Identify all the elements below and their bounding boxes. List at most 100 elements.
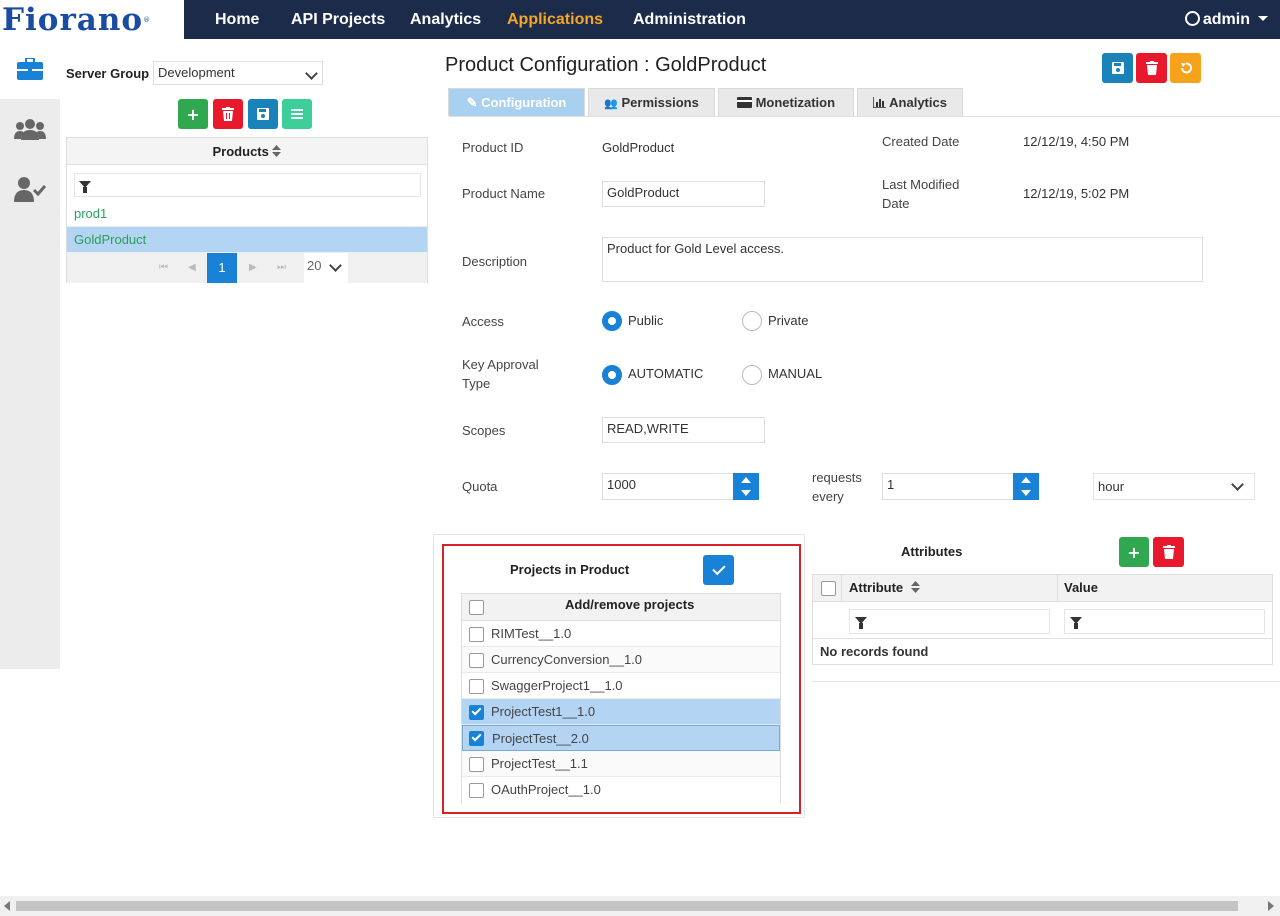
nav-applications[interactable]: Applications [507, 0, 603, 39]
pager: ⏮ ◀ 1 ▶ ⏭ 20 [67, 253, 427, 283]
credit-card-icon [736, 97, 752, 108]
product-id-label: Product ID [462, 140, 524, 155]
reset-button[interactable] [1170, 53, 1201, 83]
user-menu[interactable]: admin [1184, 0, 1268, 39]
project-checkbox[interactable] [469, 705, 484, 720]
products-filter-input[interactable] [74, 173, 421, 197]
project-row[interactable]: SwaggerProject1__1.0 [462, 673, 780, 699]
page-1-button[interactable]: 1 [207, 253, 237, 283]
quota-input[interactable]: 1000 [602, 473, 734, 500]
product-id-value: GoldProduct [602, 140, 675, 155]
project-row[interactable]: ProjectTest__2.0 [462, 725, 780, 751]
server-group-value: Development [158, 65, 235, 80]
project-row[interactable]: ProjectTest__1.1 [462, 751, 780, 777]
scopes-label: Scopes [462, 423, 506, 438]
add-attribute-button[interactable]: + [1119, 537, 1149, 567]
users-icon[interactable] [14, 116, 46, 142]
delete-attribute-button[interactable] [1153, 537, 1184, 567]
add-product-button[interactable]: + [178, 99, 208, 129]
save-product-button[interactable] [248, 99, 278, 129]
quota-spinner[interactable] [733, 473, 759, 500]
configuration-form [449, 116, 1280, 534]
time-unit-select[interactable]: hour [1093, 473, 1255, 500]
sort-icon [910, 581, 920, 593]
scroll-left-icon[interactable] [4, 901, 10, 911]
nav-api-projects[interactable]: API Projects [291, 0, 385, 39]
project-checkbox[interactable] [469, 653, 484, 668]
select-all-attributes-checkbox[interactable] [821, 581, 836, 596]
last-page-icon[interactable]: ⏭ [277, 253, 286, 283]
project-checkbox[interactable] [469, 783, 484, 798]
attribute-column-header[interactable]: Attribute [849, 580, 920, 595]
tab-analytics[interactable]: Analytics [857, 88, 963, 116]
check-icon [712, 561, 726, 576]
tab-permissions[interactable]: 👥 Permissions [588, 88, 715, 116]
project-checkbox[interactable] [469, 679, 484, 694]
trash-icon [222, 107, 234, 121]
project-row[interactable]: OAuthProject__1.0 [462, 777, 780, 803]
floppy-icon [1111, 62, 1124, 74]
products-grid: Products prod1 GoldProduct ⏮ ◀ 1 ▶ ⏭ 20 [66, 137, 428, 283]
list-view-button[interactable] [282, 99, 312, 129]
tab-configuration[interactable]: ✎ Configuration [448, 88, 585, 116]
scrollbar-thumb[interactable] [16, 901, 1238, 911]
nav-administration[interactable]: Administration [633, 0, 746, 39]
product-row-goldproduct[interactable]: GoldProduct [67, 227, 427, 253]
access-private-radio[interactable] [742, 311, 762, 331]
value-column-header[interactable]: Value [1064, 580, 1098, 595]
scroll-right-icon[interactable] [1268, 901, 1274, 911]
access-public-radio[interactable] [602, 311, 622, 331]
project-checkbox[interactable] [469, 627, 484, 642]
created-date-value: 12/12/19, 4:50 PM [1023, 134, 1130, 149]
user-name: admin [1202, 11, 1250, 28]
delete-product-button[interactable] [213, 99, 243, 129]
page-size-select[interactable]: 20 [304, 253, 348, 283]
every-input[interactable]: 1 [882, 473, 1014, 500]
attributes-title: Attributes [901, 544, 963, 559]
scopes-input[interactable]: READ,WRITE [602, 417, 765, 443]
project-checkbox[interactable] [469, 731, 484, 746]
attributes-grid: Attribute Value No records found [812, 574, 1273, 665]
attribute-filter-input[interactable] [849, 609, 1050, 634]
product-name-input[interactable]: GoldProduct [602, 181, 765, 207]
chevron-down-icon [305, 67, 318, 80]
approval-automatic-radio[interactable] [602, 365, 622, 385]
projects-list-header: Add/remove projects [462, 594, 780, 621]
save-button[interactable] [1102, 53, 1133, 83]
projects-list-header-label: Add/remove projects [565, 597, 695, 612]
description-textarea[interactable]: Product for Gold Level access. [602, 237, 1203, 282]
next-page-icon[interactable]: ▶ [249, 253, 257, 283]
product-row-prod1[interactable]: prod1 [67, 201, 427, 227]
nav-home[interactable]: Home [215, 0, 259, 39]
select-all-checkbox[interactable] [469, 600, 484, 615]
nav-analytics[interactable]: Analytics [410, 0, 481, 39]
prev-page-icon[interactable]: ◀ [188, 253, 196, 283]
project-row[interactable]: CurrencyConversion__1.0 [462, 647, 780, 673]
every-spinner[interactable] [1013, 473, 1039, 500]
created-date-label: Created Date [882, 134, 960, 149]
approval-manual-radio[interactable] [742, 365, 762, 385]
project-row[interactable]: ProjectTest1__1.0 [462, 699, 780, 725]
value-filter-input[interactable] [1064, 609, 1265, 634]
project-row[interactable]: RIMTest__1.0 [462, 621, 780, 647]
tab-monetization[interactable]: Monetization [718, 88, 854, 116]
filter-icon [855, 617, 867, 629]
project-checkbox[interactable] [469, 757, 484, 772]
apply-projects-button[interactable] [703, 555, 734, 585]
tab-permissions-label: Permissions [621, 95, 699, 110]
page-title: Product Configuration : GoldProduct [445, 54, 767, 76]
access-private-label: Private [768, 313, 809, 328]
first-page-icon[interactable]: ⏮ [159, 253, 168, 283]
project-name: RIMTest__1.0 [491, 626, 572, 641]
chevron-down-icon [329, 259, 342, 272]
products-header[interactable]: Products [67, 138, 427, 165]
fiorano-logo[interactable]: Fiorano ® [0, 0, 184, 39]
access-label: Access [462, 314, 504, 329]
delete-button[interactable] [1136, 53, 1167, 83]
user-check-icon[interactable] [14, 176, 46, 202]
briefcase-icon[interactable] [14, 56, 46, 82]
approval-automatic-label: AUTOMATIC [628, 366, 704, 381]
attribute-column-label: Attribute [849, 580, 904, 595]
server-group-label: Server Group [66, 66, 150, 81]
server-group-select[interactable]: Development [153, 61, 323, 85]
